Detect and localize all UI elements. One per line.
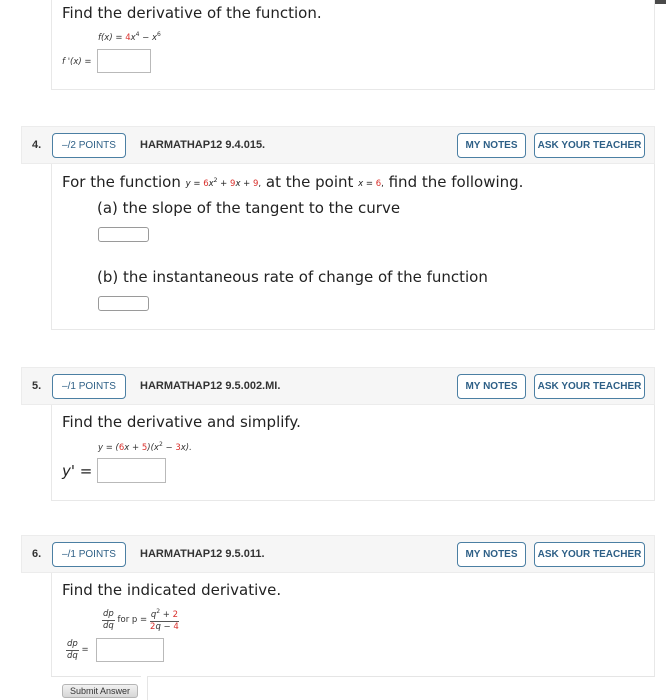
q4-pt-x: x =	[358, 179, 376, 189]
ask-your-teacher-button[interactable]: ASK YOUR TEACHER	[534, 542, 645, 567]
points-button[interactable]: –/1 POINTS	[52, 374, 126, 399]
q4-prompt-start: For the function	[62, 173, 186, 191]
q3-exp2: 6	[157, 31, 161, 38]
q6-numerator: q2 + 2	[149, 609, 179, 622]
q5-eq-start: y = (	[98, 443, 119, 453]
q4-eq-x: x +	[235, 179, 253, 189]
q5-answer-label: y' =	[62, 462, 93, 480]
question-number: 4.	[32, 139, 42, 151]
q6-ans-dq: dq	[67, 650, 78, 661]
q6-ans-equals: =	[78, 645, 89, 655]
question-code: HARMATHAP12 9.5.011.	[140, 548, 265, 560]
q3-function: f(x) = 4x4 − x6	[98, 31, 161, 43]
q3-answer-label: f '(x) =	[62, 57, 92, 67]
q4-part-a: (a) the slope of the tangent to the curv…	[97, 199, 401, 217]
q3-prompt: Find the derivative of the function.	[62, 4, 322, 22]
q6-dq: dq	[103, 620, 114, 631]
q6-num-c: 2	[172, 610, 178, 620]
q4-prompt-end: find the following.	[383, 173, 524, 191]
q4-point: x = 6,	[358, 179, 384, 189]
question-5-header: 5. –/1 POINTS HARMATHAP12 9.5.002.MI. MY…	[21, 367, 655, 405]
q6-answer-label: dp dq =	[66, 640, 89, 660]
question-number: 5.	[32, 380, 42, 392]
my-notes-button[interactable]: MY NOTES	[457, 133, 526, 158]
q6-ans-dp: dp	[66, 639, 79, 651]
q5-eq-p1: x +	[124, 443, 142, 453]
question-code: HARMATHAP12 9.4.015.	[140, 139, 266, 151]
q6-den-rest: q −	[155, 621, 174, 632]
q5-eq-p3: −	[162, 443, 176, 453]
q5-equation: y = (6x + 5)(x2 − 3x).	[98, 441, 192, 453]
question-number: 6.	[32, 548, 42, 560]
q5-eq-p4: x).	[180, 443, 192, 453]
question-6-header: 6. –/1 POINTS HARMATHAP12 9.5.011. MY NO…	[21, 535, 655, 573]
divider	[51, 676, 141, 677]
q3-minus-x: − x	[139, 33, 158, 43]
q6-answer-input[interactable]	[96, 638, 164, 662]
q6-num-plus: +	[160, 610, 173, 620]
ask-your-teacher-button[interactable]: ASK YOUR TEACHER	[534, 374, 645, 399]
submit-answer-button[interactable]: Submit Answer	[62, 684, 138, 698]
q4-prompt-mid: at the point	[261, 173, 359, 191]
q6-answer-fraction: dp dq	[66, 640, 79, 660]
q4-equation: y = 6x2 + 9x + 9,	[185, 177, 261, 189]
question-4-header: 4. –/2 POINTS HARMATHAP12 9.4.015. MY NO…	[21, 126, 655, 164]
q4-answer-b-input[interactable]	[98, 296, 149, 311]
q4-answer-a-input[interactable]	[98, 227, 149, 242]
q6-dp-dq-fraction: dp dq	[102, 610, 115, 630]
points-button[interactable]: –/1 POINTS	[52, 542, 126, 567]
ask-your-teacher-button[interactable]: ASK YOUR TEACHER	[534, 133, 645, 158]
q4-eq-plus: +	[217, 179, 231, 189]
q6-prompt: Find the indicated derivative.	[62, 581, 282, 599]
divider	[147, 676, 655, 677]
q5-answer-input[interactable]	[97, 458, 166, 483]
my-notes-button[interactable]: MY NOTES	[457, 374, 526, 399]
my-notes-button[interactable]: MY NOTES	[457, 542, 526, 567]
q4-eq-y: y =	[185, 179, 204, 189]
q6-equation: dp dq for p = q2 + 2 2q − 4	[102, 609, 179, 631]
q5-prompt: Find the derivative and simplify.	[62, 413, 301, 431]
q6-dp: dp	[102, 609, 115, 621]
q6-for-text: for p =	[114, 615, 150, 625]
q3-answer-input[interactable]	[97, 49, 151, 73]
q6-p-fraction: q2 + 2 2q − 4	[149, 609, 179, 632]
q4-prompt: For the function y = 6x2 + 9x + 9, at th…	[62, 173, 523, 191]
q3-fx: f(x) =	[98, 33, 126, 43]
points-button[interactable]: –/2 POINTS	[52, 133, 126, 158]
q3-fprime-label: f '(x) =	[62, 57, 92, 67]
divider	[147, 676, 148, 700]
q5-eq-p2: )(x	[147, 443, 159, 453]
q6-denominator: 2q − 4	[150, 622, 179, 632]
question-code: HARMATHAP12 9.5.002.MI.	[140, 380, 281, 392]
q4-part-b: (b) the instantaneous rate of change of …	[97, 268, 488, 286]
q6-den-c2: 4	[173, 621, 179, 632]
